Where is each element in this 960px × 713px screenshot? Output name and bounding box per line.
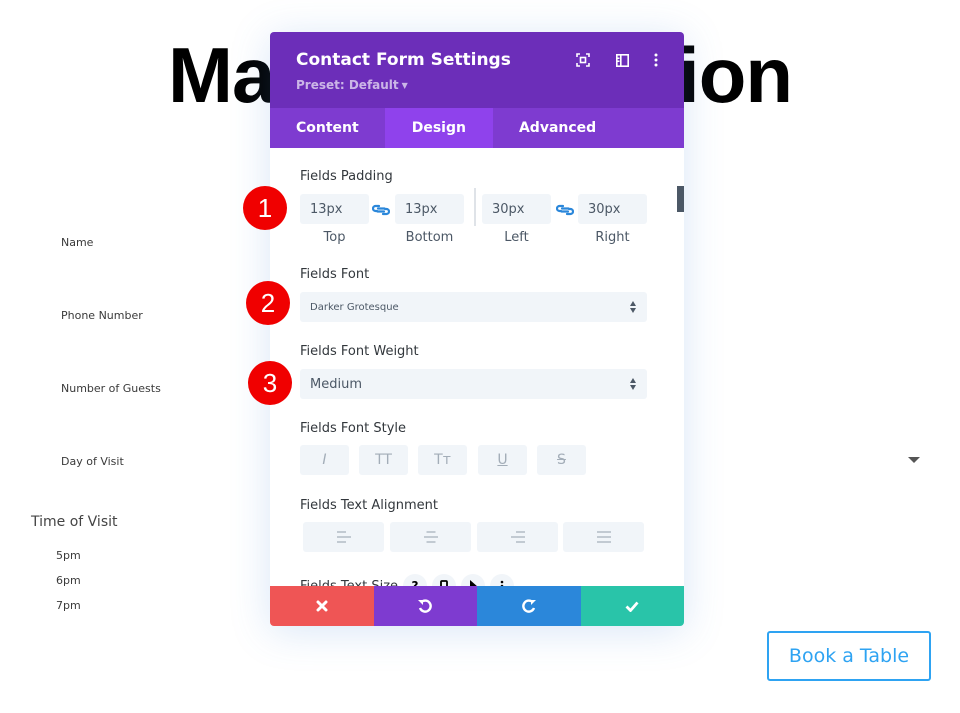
padding-left-input[interactable]: 30px [482,194,551,224]
time-option[interactable]: 7pm [56,599,81,612]
cancel-button[interactable] [270,586,374,626]
link-icon[interactable] [371,202,391,216]
align-right-icon [510,531,525,543]
padding-right-input[interactable]: 30px [578,194,647,224]
fields-font-style-label: Fields Font Style [300,421,406,436]
caret-down-icon: ▼ [401,81,408,90]
padding-top-input[interactable]: 13px [300,194,369,224]
modal-header[interactable]: Contact Form Settings Preset: Default ▼ [270,32,684,108]
annotation-badge-2: 2 [246,281,290,325]
uppercase-button[interactable]: TT [359,445,408,475]
time-option[interactable]: 6pm [56,574,81,587]
align-justify-button[interactable] [563,522,644,552]
book-table-button[interactable]: Book a Table [767,631,931,681]
name-field-label[interactable]: Name [61,236,93,249]
redo-button[interactable] [477,586,581,626]
focus-icon[interactable] [575,52,591,68]
modal-footer [270,586,684,626]
more-vertical-icon[interactable] [648,52,664,68]
settings-tabs: Content Design Advanced [270,108,684,148]
help-icon[interactable]: ? [403,574,428,586]
align-right-button[interactable] [477,522,558,552]
select-arrows-icon [630,301,636,313]
phone-field-label[interactable]: Phone Number [61,309,143,322]
day-select-caret-icon[interactable] [908,457,920,463]
fields-font-weight-select[interactable]: Medium [300,369,647,399]
strikethrough-button[interactable]: S [537,445,586,475]
close-icon [316,600,328,612]
fields-text-size-row: Fields Text Size ? [300,574,515,587]
check-icon [625,601,639,612]
align-center-icon [423,531,438,543]
guests-field-label[interactable]: Number of Guests [61,382,161,395]
italic-button[interactable]: I [300,445,349,475]
tab-content[interactable]: Content [270,108,385,148]
undo-icon [418,599,433,613]
responsive-phone-icon[interactable] [432,574,457,586]
modal-title: Contact Form Settings [296,50,511,70]
fields-font-value: Darker Grotesque [310,301,399,313]
padding-left-label: Left [504,230,529,245]
hover-cursor-icon[interactable] [461,574,486,586]
day-field-label[interactable]: Day of Visit [61,455,124,468]
save-button[interactable] [580,586,684,626]
tab-design[interactable]: Design [384,108,493,148]
align-left-icon [336,531,351,543]
align-left-button[interactable] [303,522,384,552]
padding-top-label: Top [323,230,346,245]
link-icon[interactable] [555,202,575,216]
sidebar-layout-icon[interactable] [614,52,630,68]
preset-selector[interactable]: Preset: Default ▼ [296,78,408,92]
scrollbar-thumb[interactable] [677,186,684,212]
contact-form-settings-modal: Contact Form Settings Preset: Default▼ [270,32,684,626]
fields-padding-label: Fields Padding [300,169,393,184]
annotation-badge-1: 1 [243,186,287,230]
padding-divider [474,188,476,226]
capitalize-button[interactable]: Tт [418,445,467,475]
more-vertical-icon[interactable] [490,574,515,586]
tab-advanced[interactable]: Advanced [493,108,622,148]
fields-font-weight-label: Fields Font Weight [300,344,419,359]
annotation-badge-3: 3 [248,361,292,405]
align-center-button[interactable] [390,522,471,552]
align-justify-icon [596,531,611,543]
settings-body: Fields Padding 13px 13px 30px 30px Top B… [270,148,684,586]
padding-right-label: Right [595,230,630,245]
fields-font-weight-value: Medium [310,376,362,392]
underline-button[interactable]: U [478,445,527,475]
preset-label: Preset: Default [296,78,399,92]
padding-bottom-input[interactable]: 13px [395,194,464,224]
fields-font-select[interactable]: Darker Grotesque [300,292,647,322]
select-arrows-icon [630,378,636,390]
fields-text-size-label: Fields Text Size [300,578,399,587]
time-option[interactable]: 5pm [56,549,81,562]
fields-font-label: Fields Font [300,267,370,282]
padding-bottom-label: Bottom [405,230,454,245]
redo-icon [521,599,536,613]
undo-button[interactable] [373,586,477,626]
fields-text-alignment-label: Fields Text Alignment [300,498,438,513]
time-of-visit-label: Time of Visit [31,514,118,530]
